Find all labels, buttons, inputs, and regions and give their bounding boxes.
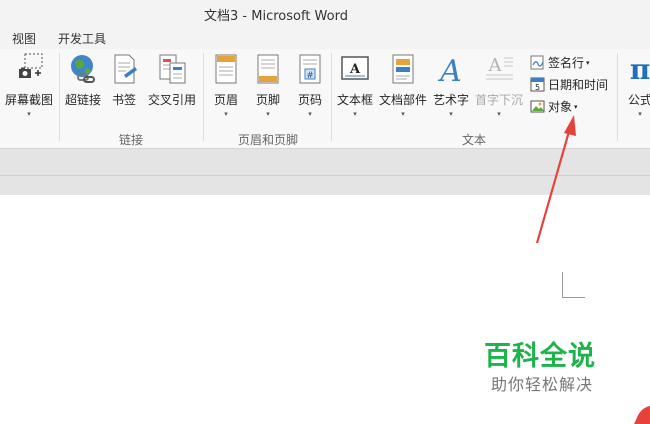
- watermark-title: 百科全说: [484, 341, 596, 372]
- watermark-subtitle: 助你轻松解决: [491, 375, 594, 394]
